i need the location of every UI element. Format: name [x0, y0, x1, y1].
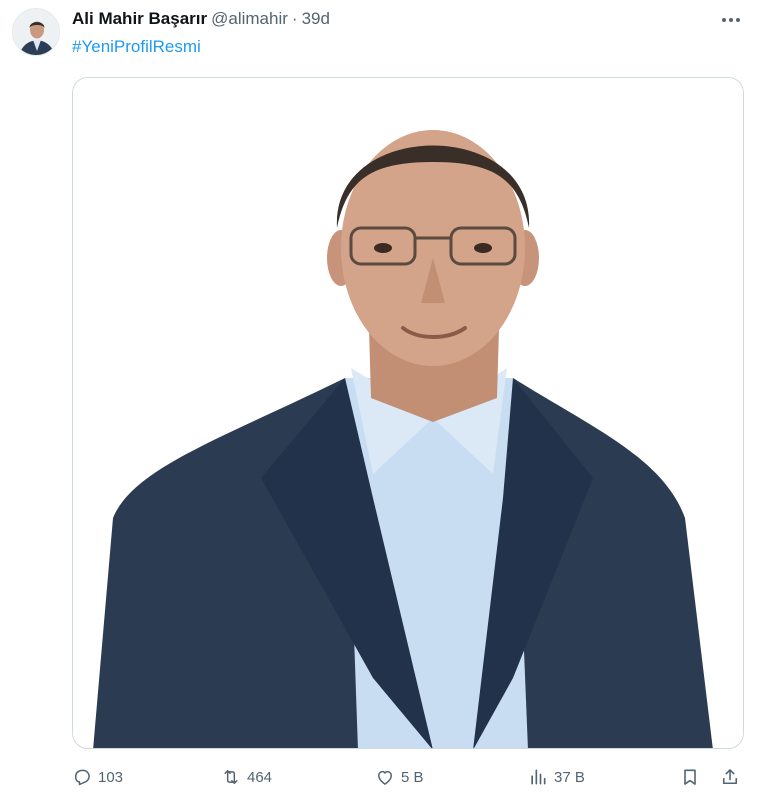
view-count: 37 B — [554, 768, 585, 786]
more-dot — [722, 18, 726, 22]
author-handle[interactable]: @alimahir — [211, 9, 288, 29]
retweet-count: 464 — [247, 768, 273, 786]
retweet-button[interactable]: 464 — [221, 762, 272, 792]
author-name[interactable]: Ali Mahir Başarır — [72, 9, 207, 29]
views-icon — [531, 769, 546, 785]
avatar-portrait — [13, 9, 59, 55]
tweet: Ali Mahir Başarır @alimahir · 39d #YeniP… — [0, 0, 760, 804]
portrait-photo — [73, 78, 743, 748]
more-dot — [729, 18, 733, 22]
avatar[interactable] — [12, 8, 60, 56]
views-button[interactable]: 37 B — [528, 762, 585, 792]
hashtag-link[interactable]: #YeniProfilResmi — [72, 37, 201, 56]
tweet-photo[interactable] — [72, 77, 744, 749]
separator-dot: · — [291, 9, 298, 28]
tweet-header: Ali Mahir Başarır @alimahir · 39d — [72, 8, 330, 30]
timestamp[interactable]: 39d — [302, 9, 330, 29]
bookmark-icon — [684, 769, 696, 785]
share-icon — [722, 769, 738, 785]
like-count: 5 B — [401, 768, 424, 786]
share-button[interactable] — [720, 762, 740, 792]
reply-icon — [75, 769, 90, 786]
retweet-icon — [224, 770, 238, 784]
heart-icon — [378, 770, 392, 785]
action-bar: 103 464 5 B 37 B — [72, 762, 744, 792]
reply-count: 103 — [98, 768, 124, 786]
like-button[interactable]: 5 B — [375, 762, 424, 792]
reply-button[interactable]: 103 — [72, 762, 123, 792]
bookmark-button[interactable] — [680, 762, 700, 792]
tweet-text: #YeniProfilResmi — [72, 36, 201, 58]
more-dot — [736, 18, 740, 22]
more-icon[interactable] — [716, 9, 746, 31]
